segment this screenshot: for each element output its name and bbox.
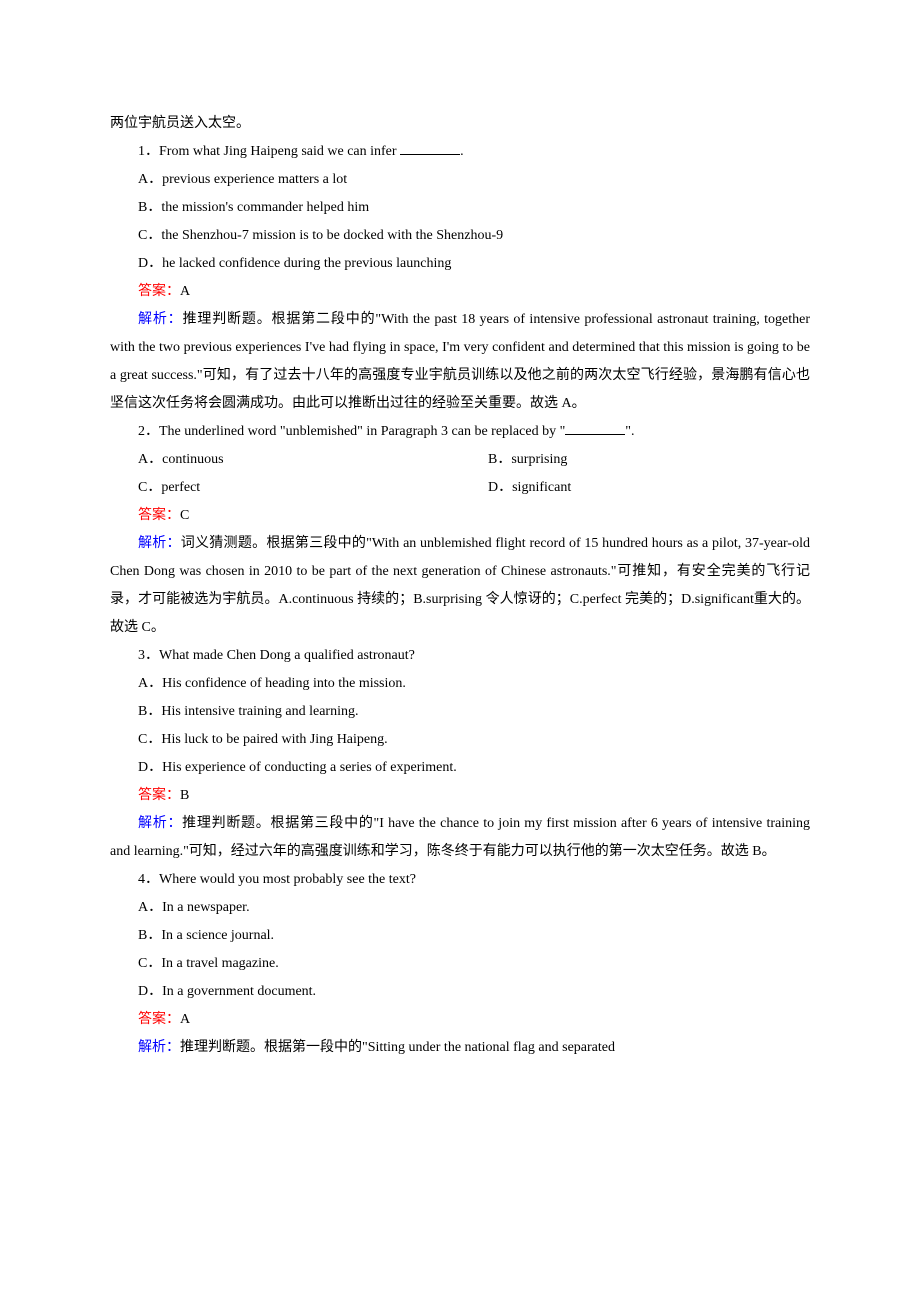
q2-stem-b: ". — [625, 424, 634, 439]
q1-option-b: B．the mission's commander helped him — [110, 194, 810, 222]
answer-label: 答案： — [138, 788, 180, 803]
q3-stem: 3．What made Chen Dong a qualified astron… — [110, 642, 810, 670]
answer-value: A — [180, 1012, 190, 1027]
explanation-text: 推理判断题。根据第三段中的"I have the chance to join … — [110, 816, 810, 859]
q2-option-b: B．surprising — [460, 446, 810, 474]
q1-stem-a: 1．From what Jing Haipeng said we can inf… — [138, 144, 400, 159]
q1-answer: 答案：A — [110, 278, 810, 306]
q2-options-row2: C．perfect D．significant — [110, 474, 810, 502]
q3-option-c: C．His luck to be paired with Jing Haipen… — [110, 726, 810, 754]
explanation-label: 解析： — [138, 1040, 180, 1055]
q2-stem: 2．The underlined word "unblemished" in P… — [110, 418, 810, 446]
answer-value: B — [180, 788, 189, 803]
blank-fill — [565, 434, 625, 435]
explanation-label: 解析： — [138, 312, 183, 327]
q2-option-c: C．perfect — [110, 474, 460, 502]
q1-stem-b: . — [460, 144, 464, 159]
q4-option-b: B．In a science journal. — [110, 922, 810, 950]
q1-option-c: C．the Shenzhou-7 mission is to be docked… — [110, 222, 810, 250]
q3-option-b: B．His intensive training and learning. — [110, 698, 810, 726]
answer-value: A — [180, 284, 190, 299]
q2-answer: 答案：C — [110, 502, 810, 530]
answer-label: 答案： — [138, 508, 180, 523]
explanation-text: 词义猜测题。根据第三段中的"With an unblemished flight… — [110, 536, 810, 635]
explanation-text: 推理判断题。根据第一段中的"Sitting under the national… — [180, 1040, 615, 1055]
answer-label: 答案： — [138, 284, 180, 299]
q4-stem: 4．Where would you most probably see the … — [110, 866, 810, 894]
q4-answer: 答案：A — [110, 1006, 810, 1034]
q4-explanation: 解析：推理判断题。根据第一段中的"Sitting under the natio… — [110, 1034, 810, 1062]
q4-option-c: C．In a travel magazine. — [110, 950, 810, 978]
answer-label: 答案： — [138, 1012, 180, 1027]
q1-option-d: D．he lacked confidence during the previo… — [110, 250, 810, 278]
q4-option-d: D．In a government document. — [110, 978, 810, 1006]
q1-stem: 1．From what Jing Haipeng said we can inf… — [110, 138, 810, 166]
intro-text: 两位宇航员送入太空。 — [110, 110, 810, 138]
q2-option-d: D．significant — [460, 474, 810, 502]
blank-fill — [400, 154, 460, 155]
q3-option-a: A．His confidence of heading into the mis… — [110, 670, 810, 698]
q2-options-row1: A．continuous B．surprising — [110, 446, 810, 474]
q2-explanation: 解析：词义猜测题。根据第三段中的"With an unblemished fli… — [110, 530, 810, 642]
q2-stem-a: 2．The underlined word "unblemished" in P… — [138, 424, 565, 439]
q4-option-a: A．In a newspaper. — [110, 894, 810, 922]
q1-option-a: A．previous experience matters a lot — [110, 166, 810, 194]
explanation-label: 解析： — [138, 536, 181, 551]
explanation-label: 解析： — [138, 816, 182, 831]
q3-option-d: D．His experience of conducting a series … — [110, 754, 810, 782]
explanation-text: 推理判断题。根据第二段中的"With the past 18 years of … — [110, 312, 810, 411]
answer-value: C — [180, 508, 189, 523]
q3-answer: 答案：B — [110, 782, 810, 810]
q1-explanation: 解析：推理判断题。根据第二段中的"With the past 18 years … — [110, 306, 810, 418]
q2-option-a: A．continuous — [110, 446, 460, 474]
q3-explanation: 解析：推理判断题。根据第三段中的"I have the chance to jo… — [110, 810, 810, 866]
